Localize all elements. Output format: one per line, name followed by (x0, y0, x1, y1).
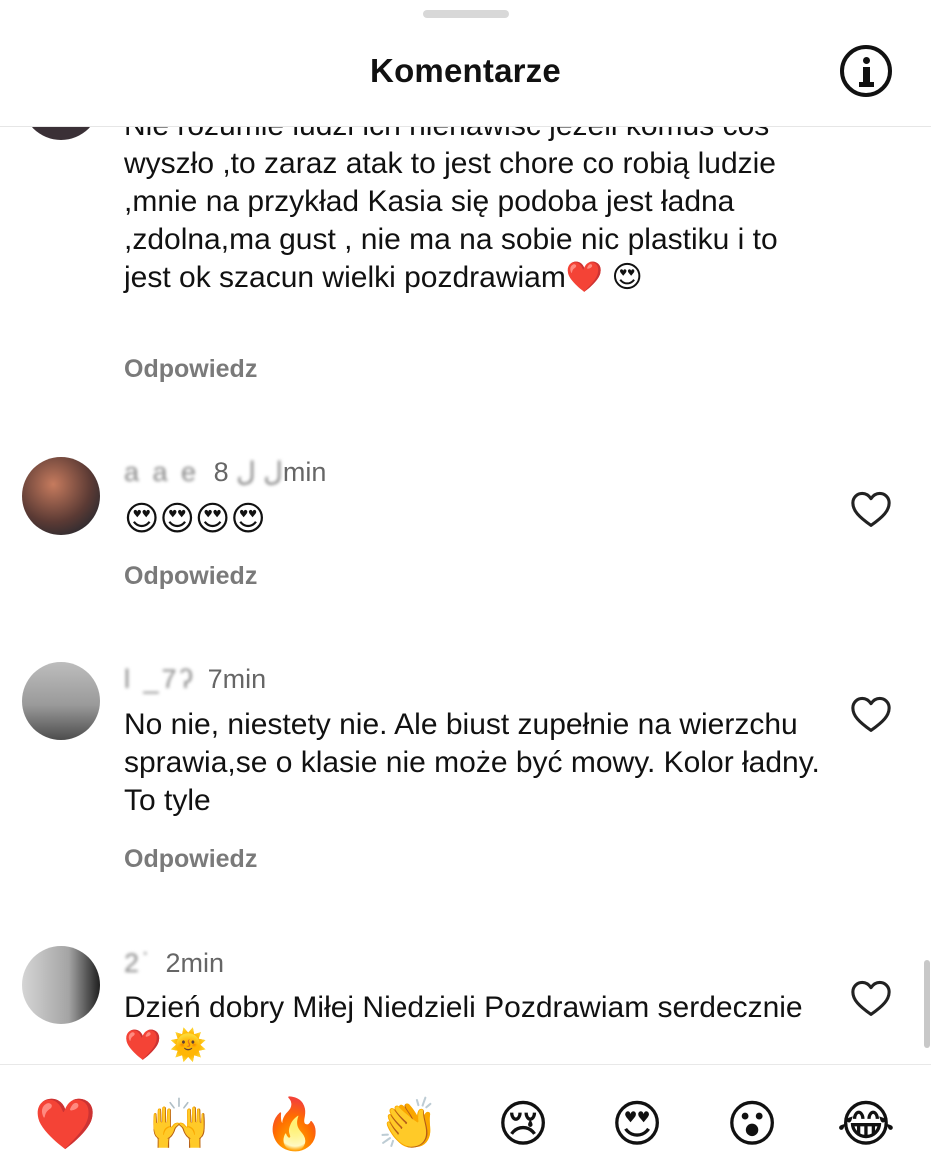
heart-outline-icon[interactable] (850, 695, 892, 733)
username[interactable]: a a e ل ل (124, 457, 283, 487)
scrollbar[interactable] (924, 960, 930, 1048)
avatar[interactable] (22, 946, 100, 1024)
comment-text: No nie, niestety nie. Ale biust zupełnie… (124, 708, 820, 817)
comment-meta: 2˙ 2min (124, 948, 224, 979)
comment-text: Dzień dobry Miłej Niedzieli Pozdrawiam s… (124, 991, 803, 1062)
quick-reaction-bar: ❤️ 🙌 🔥 👏 😢 😍 😮 😂 (0, 1064, 931, 1172)
username[interactable]: l _7ʔ (124, 664, 196, 694)
crying-face-emoji-button[interactable]: 😢 (492, 1093, 554, 1155)
timestamp: 2min (165, 948, 225, 978)
heart-eyes-emoji-button[interactable]: 😍 (606, 1093, 668, 1155)
sheet-grabber[interactable] (423, 10, 509, 18)
page-title: Komentarze (370, 52, 561, 89)
surprised-face-emoji-button[interactable]: 😮 (721, 1093, 783, 1155)
comments-list[interactable]: Nie rozumie ludzi ich nienawiść jeżeli k… (0, 126, 931, 1064)
clapping-hands-emoji-button[interactable]: 👏 (377, 1093, 439, 1155)
timestamp: 7min (207, 664, 267, 694)
heart-outline-icon[interactable] (850, 490, 892, 528)
tears-of-joy-emoji-button[interactable]: 😂 (835, 1093, 897, 1155)
avatar[interactable] (22, 457, 100, 535)
reply-button[interactable]: Odpowiedz (124, 355, 257, 384)
reply-button[interactable]: Odpowiedz (124, 562, 257, 591)
username[interactable]: 2˙ (124, 948, 154, 978)
comment-text: 😍😍😍😍 (124, 500, 266, 538)
fire-emoji-button[interactable]: 🔥 (263, 1093, 325, 1155)
heart-outline-icon[interactable] (850, 979, 892, 1017)
avatar[interactable] (22, 662, 100, 740)
comments-header: Komentarze (0, 0, 931, 127)
comment-meta: l _7ʔ 7min (124, 664, 266, 695)
raised-hands-emoji-button[interactable]: 🙌 (148, 1093, 210, 1155)
avatar[interactable] (22, 126, 100, 140)
heart-emoji-button[interactable]: ❤️ (34, 1093, 96, 1155)
comment-meta: a a e ل ل 8min (124, 457, 326, 488)
comment-text: Nie rozumie ludzi ich nienawiść jeżeli k… (124, 126, 778, 294)
reply-button[interactable]: Odpowiedz (124, 845, 257, 874)
info-icon[interactable] (840, 45, 892, 97)
